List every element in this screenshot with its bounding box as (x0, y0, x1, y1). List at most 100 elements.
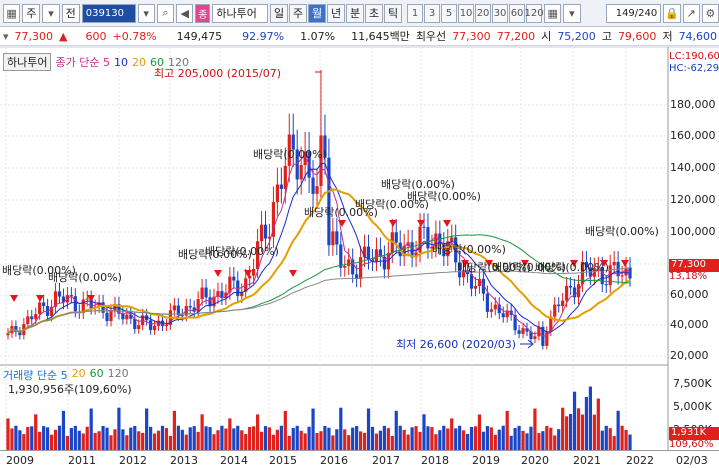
interval-button-5[interactable]: 5 (441, 3, 458, 23)
legend-ma-60: 60 (149, 55, 164, 69)
volume-bar (303, 433, 307, 450)
interval-button-10[interactable]: 10 (458, 3, 475, 23)
candle-body (370, 259, 375, 262)
volume-bar (485, 426, 489, 450)
candle-body (473, 286, 478, 289)
dividend-annotation: 배당락(0.00%) (205, 245, 279, 258)
candle-body (65, 295, 70, 303)
speaker-icon[interactable]: ◀ (176, 3, 194, 23)
chevron-down-icon[interactable]: ▾ (42, 3, 60, 23)
candle-body (331, 231, 335, 246)
settings-icon[interactable]: ⚙ (701, 3, 719, 23)
volume-bar (220, 425, 224, 450)
interval-button-30[interactable]: 30 (492, 3, 509, 23)
price-tick-label: 160,000 (670, 129, 716, 142)
period-tab-2[interactable]: 월 (308, 3, 327, 23)
volume-bar (236, 425, 240, 450)
volume-bar (267, 427, 272, 450)
interval-button-3[interactable]: 3 (424, 3, 441, 23)
chart-legend: 하나투어 종가 단순 5 10 20 60 120 (3, 53, 189, 71)
lock-icon[interactable]: 🔒 (663, 3, 681, 23)
candle-body (109, 311, 113, 322)
layout-icon[interactable]: ▦ (3, 3, 21, 23)
candle-body (81, 299, 85, 314)
volume-bar (446, 428, 450, 450)
interval-button-120[interactable]: 120 (525, 3, 544, 23)
chevron-down-icon[interactable]: ▾ (137, 3, 155, 23)
candle-body (382, 256, 386, 270)
legend-ma-120: 120 (167, 55, 189, 69)
volume-bar (509, 435, 513, 450)
volume-bar (529, 426, 533, 450)
volume-bar (192, 426, 196, 450)
price-tick-label: 120,000 (670, 193, 716, 206)
price-tick-label: 40,000 (670, 318, 709, 331)
type-button[interactable]: 전 (61, 3, 80, 23)
search-icon[interactable]: ⌕ (156, 3, 175, 23)
period-tab-3[interactable]: 년 (327, 3, 346, 23)
volume-bar (517, 425, 521, 450)
dividend-arrow (10, 295, 18, 302)
best-label: 최우선 (415, 30, 447, 43)
volume-bar (473, 426, 478, 450)
volume-tick-label: 7,500K (673, 377, 712, 390)
candle-body (10, 326, 14, 334)
volume-bar (592, 414, 596, 450)
candle-body (343, 265, 347, 268)
period-tab-6[interactable]: 틱 (384, 3, 403, 23)
chevron-down-icon[interactable]: ▾ (563, 3, 581, 23)
legend-stock[interactable]: 하나투어 (3, 53, 52, 71)
stock-code-input[interactable]: 039130 (81, 3, 136, 23)
volume-ma-20: 20 (71, 367, 86, 380)
volume-bar (553, 435, 557, 450)
volume-bar (572, 391, 577, 450)
volume-bar (46, 427, 50, 450)
time-tick-label: 2016 (320, 454, 348, 467)
volume-bar (125, 435, 129, 450)
volume-bar (137, 431, 141, 450)
period-tab-5[interactable]: 초 (365, 3, 384, 23)
market-select[interactable]: 주 (22, 3, 41, 23)
candle-body (359, 257, 363, 280)
volume-bar (347, 435, 351, 450)
volume-bar (497, 429, 501, 450)
candle-body (69, 295, 73, 297)
dividend-arrow (36, 295, 44, 302)
volume-bar (442, 425, 446, 450)
volume-bar (287, 435, 291, 450)
candle-body (216, 291, 220, 297)
trough-annotation: 최저 26,600 (2020/03) (396, 338, 517, 351)
volume-bar (339, 407, 343, 450)
volume-tick-label: 5,000K (673, 400, 712, 413)
interval-button-20[interactable]: 20 (475, 3, 492, 23)
grid-icon[interactable]: ▦ (544, 3, 562, 23)
candle-body (355, 274, 359, 280)
volume-bar (248, 427, 252, 450)
volume: 149,475 (176, 29, 223, 43)
chart-icon[interactable]: ↗ (682, 3, 700, 23)
volume-bar (141, 432, 145, 450)
volume-bar (77, 430, 81, 450)
volume-bar (61, 410, 66, 450)
volume-bar (145, 408, 149, 450)
candle-body (125, 314, 129, 320)
candle-body (545, 331, 549, 346)
volume-bar (259, 431, 264, 450)
dividend-annotation: 배당락(0.00%) (535, 261, 609, 274)
interval-button-1[interactable]: 1 (407, 3, 424, 23)
volume-bar (172, 410, 176, 450)
period-tab-4[interactable]: 분 (346, 3, 365, 23)
volume-bar (537, 433, 541, 450)
expand-icon[interactable]: ▾ (0, 30, 12, 43)
turnover: 1.07% (300, 29, 336, 43)
candle-body (236, 280, 240, 297)
candle-body (34, 314, 38, 320)
candle-body (351, 259, 355, 275)
interval-button-60[interactable]: 60 (509, 3, 526, 23)
period-tab-1[interactable]: 주 (289, 3, 308, 23)
volume-bar (311, 408, 315, 450)
candle-body (279, 184, 283, 190)
candle-body (628, 267, 632, 279)
period-tab-0[interactable]: 일 (270, 3, 289, 23)
volume-bar (232, 428, 236, 450)
